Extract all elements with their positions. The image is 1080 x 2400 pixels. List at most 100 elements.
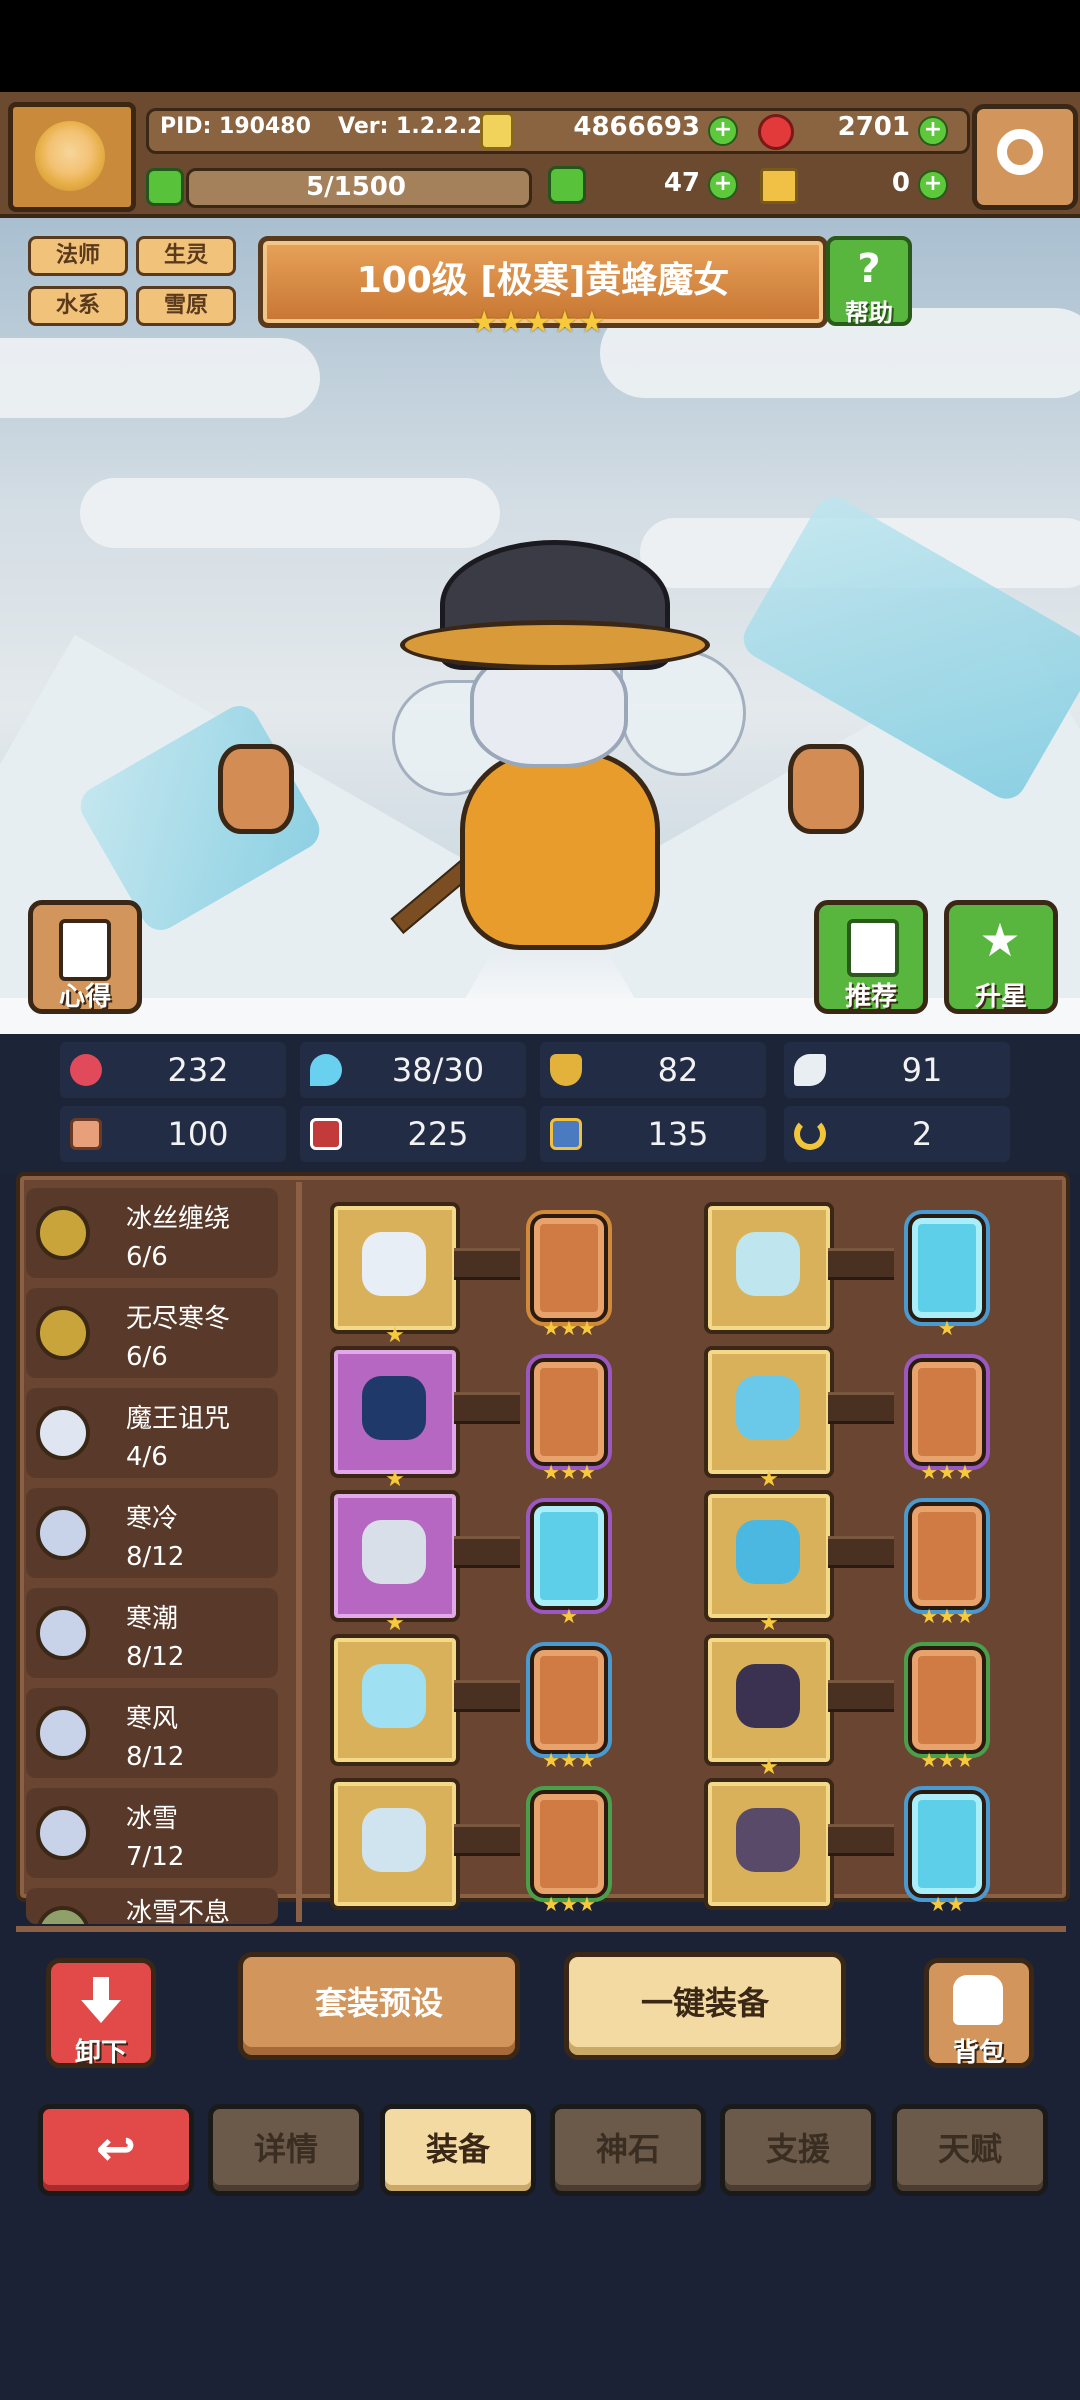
question-icon: ?	[857, 246, 881, 292]
set-item[interactable]: 冰丝缠绕 6/6	[26, 1188, 278, 1278]
blue-crystal-icon[interactable]: ★	[526, 1498, 612, 1628]
star-icon: ★	[979, 913, 1021, 967]
avatar-face-icon	[35, 121, 105, 191]
item-star-rating: ★	[759, 1467, 779, 1492]
water-drop-icon	[310, 1054, 342, 1086]
set-item[interactable]: 寒风 8/12	[26, 1688, 278, 1778]
cheese-icon	[760, 168, 798, 204]
equipment-slot[interactable]: ★	[330, 1490, 460, 1636]
notes-button[interactable]: 心得	[28, 900, 142, 1014]
recommend-button[interactable]: 推荐	[814, 900, 928, 1014]
tag-class: 法师	[28, 236, 128, 276]
star-up-button[interactable]: ★ 升星	[944, 900, 1058, 1014]
set-preset-button[interactable]: 套装预设	[238, 1952, 520, 2060]
orange-rune-icon[interactable]: ★★★	[526, 1354, 612, 1484]
socket-link	[454, 1824, 520, 1856]
gem-star-rating: ★★★	[542, 1316, 596, 1340]
settings-button[interactable]	[972, 104, 1078, 210]
equipment-slot[interactable]: ★	[704, 1634, 834, 1780]
stat-mana: 38/30	[300, 1042, 526, 1098]
set-item[interactable]: 魔王诅咒 4/6	[26, 1388, 278, 1478]
set-item[interactable]: 无尽寒冬 6/6	[26, 1288, 278, 1378]
stamina-value: 5/1500	[306, 172, 406, 202]
socket-link	[454, 1392, 520, 1424]
orange-rune-icon[interactable]: ★★★	[904, 1498, 990, 1628]
snowflake-badge-icon	[36, 1506, 90, 1560]
blue-crystal-icon[interactable]: ★	[904, 1210, 990, 1340]
socket-link	[828, 1248, 894, 1280]
gem-star-rating: ★	[560, 1604, 578, 1628]
left-amulet-slot[interactable]	[218, 744, 294, 834]
ice-crown-icon	[736, 1232, 800, 1296]
equipment-slot[interactable]: ★	[704, 1490, 834, 1636]
right-amulet-slot[interactable]	[788, 744, 864, 834]
add-gold-button[interactable]: +	[708, 116, 738, 146]
add-cheese-button[interactable]: +	[918, 170, 948, 200]
stat-defense: 82	[540, 1042, 766, 1098]
tab-divine-stone[interactable]: 神石	[550, 2104, 706, 2196]
back-button[interactable]: ↩	[38, 2104, 194, 2196]
gear-icon	[997, 129, 1043, 175]
cheese-amount: 0	[891, 168, 910, 198]
socket-link	[828, 1392, 894, 1424]
hero-body	[460, 750, 660, 950]
set-item[interactable]: 寒冷 8/12	[26, 1488, 278, 1578]
orange-rune-icon[interactable]: ★★★	[526, 1210, 612, 1340]
tab-details[interactable]: 详情	[208, 2104, 364, 2196]
wand-icon	[362, 1232, 426, 1296]
snowflake-badge-icon	[36, 1606, 90, 1660]
socket-link	[454, 1536, 520, 1568]
shield-icon	[550, 1054, 582, 1086]
add-clover-button[interactable]: +	[708, 170, 738, 200]
tab-support[interactable]: 支援	[720, 2104, 876, 2196]
down-arrow-icon	[81, 1977, 121, 2023]
heart-icon	[70, 1054, 102, 1086]
tab-talent[interactable]: 天赋	[892, 2104, 1048, 2196]
equipment-slot[interactable]	[704, 1778, 834, 1910]
dark-orb-icon	[362, 1376, 426, 1440]
gem-star-rating: ★	[938, 1316, 956, 1340]
heart-necklace-icon	[362, 1520, 426, 1584]
item-star-rating: ★	[759, 1611, 779, 1636]
wing-icon	[794, 1054, 826, 1086]
return-arrow-icon: ↩	[95, 2121, 137, 2177]
unequip-button[interactable]: 卸下	[46, 1958, 156, 2068]
orange-rune-icon[interactable]: ★★★	[526, 1786, 612, 1916]
equipment-slot[interactable]: ★	[704, 1346, 834, 1492]
notes-label: 心得	[58, 982, 111, 1012]
orange-rune-icon[interactable]: ★★★	[526, 1642, 612, 1772]
bag-button[interactable]: 背包	[924, 1958, 1034, 2068]
ice-cape-icon	[736, 1376, 800, 1440]
backpack-icon	[953, 1975, 1003, 2025]
gold-amount: 4866693	[573, 112, 700, 142]
help-button[interactable]: ? 帮助	[826, 236, 912, 327]
equipment-slot[interactable]: ★	[330, 1346, 460, 1492]
equipment-slot[interactable]: ★	[330, 1202, 460, 1348]
stat-attack: 100	[60, 1106, 286, 1162]
set-item[interactable]: 冰雪不息	[26, 1888, 278, 1924]
player-avatar[interactable]	[8, 102, 136, 212]
orange-rune-icon[interactable]: ★★★	[904, 1354, 990, 1484]
equipment-slot[interactable]	[704, 1202, 834, 1334]
tab-equipment[interactable]: 装备	[380, 2104, 536, 2196]
orange-rune-icon[interactable]: ★★★	[904, 1642, 990, 1772]
item-star-rating: ★	[385, 1467, 405, 1492]
blue-crystal-icon[interactable]: ★★	[904, 1786, 990, 1916]
stat-agility: 135	[540, 1106, 766, 1162]
equipment-slot[interactable]	[330, 1778, 460, 1910]
socket-link	[828, 1824, 894, 1856]
gem-star-rating: ★★★	[542, 1460, 596, 1484]
tag-race: 生灵	[136, 236, 236, 276]
item-star-rating: ★	[385, 1323, 405, 1348]
demon-armor-icon	[736, 1664, 800, 1728]
equipment-slot[interactable]	[330, 1634, 460, 1766]
gold-cross-icon	[36, 1206, 90, 1260]
clover-icon	[548, 166, 586, 204]
hero-hat-brim	[400, 620, 710, 670]
auto-equip-button[interactable]: 一键装备	[564, 1952, 846, 2060]
item-star-rating: ★	[385, 1611, 405, 1636]
set-item[interactable]: 寒潮 8/12	[26, 1588, 278, 1678]
add-ruby-button[interactable]: +	[918, 116, 948, 146]
set-item[interactable]: 冰雪 7/12	[26, 1788, 278, 1878]
spellbook-icon	[310, 1118, 342, 1150]
